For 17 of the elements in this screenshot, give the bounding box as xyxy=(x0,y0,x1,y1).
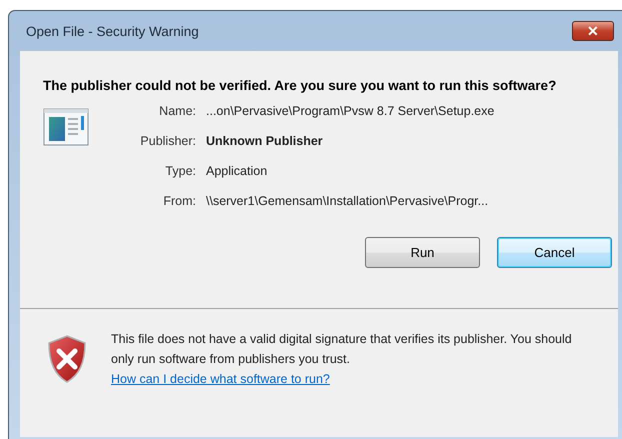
field-label: From: xyxy=(162,194,196,209)
warning-heading: The publisher could not be verified. Are you sure you want to run this software? xyxy=(43,77,558,94)
dialog-button[interactable]: Run xyxy=(365,237,480,268)
warning-text: This file does not have a valid digital signature that verifies its publisher. You should only run software from publishers you trust. xyxy=(111,331,573,368)
help-link[interactable]: How can I decide what software to run? xyxy=(111,369,330,389)
field-label: Name: xyxy=(158,104,196,119)
field-label: Publisher: xyxy=(139,134,196,149)
field-label: Type: xyxy=(164,164,196,179)
field-value: ...on\Pervasive\Program\Pvsw 8.7 Server\Setup.exe xyxy=(206,104,494,119)
field-value: \\server1\Gemensam\Installation\Pervasive\Progr... xyxy=(206,194,490,209)
field-value: Unknown Publisher xyxy=(206,134,324,149)
close-button[interactable]: ✕ xyxy=(572,21,614,41)
window-title: Open File - Security Warning xyxy=(26,24,199,38)
dialog-button[interactable]: Cancel xyxy=(497,237,612,268)
application-icon xyxy=(43,108,89,146)
field-value: Application xyxy=(206,164,268,179)
shield-error-icon xyxy=(47,335,87,383)
